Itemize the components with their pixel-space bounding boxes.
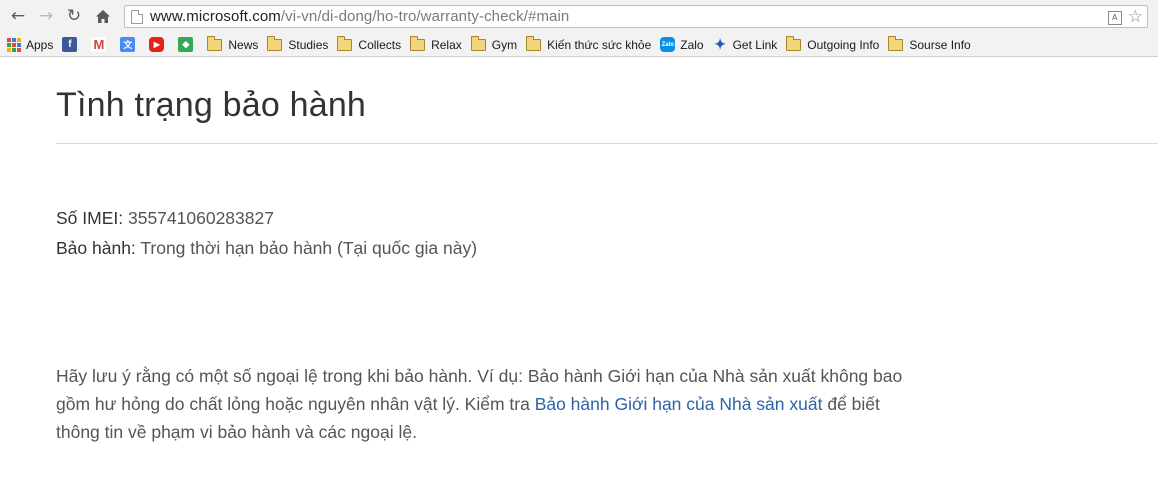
- folder-icon: [207, 35, 223, 51]
- warranty-note: Hãy lưu ý rằng có một số ngoại lệ trong …: [56, 366, 903, 442]
- bookmark-gym[interactable]: Gym: [470, 35, 517, 52]
- folder-icon: [526, 35, 542, 51]
- bookmark-studies[interactable]: Studies: [267, 35, 328, 52]
- apps-grid-icon: [7, 37, 21, 52]
- url-text[interactable]: www.microsoft.com/vi-vn/di-dong/ho-tro/w…: [150, 8, 569, 25]
- browser-toolbar: ← → ↻ www.microsoft.com/vi-vn/di-dong/ho…: [0, 0, 1158, 33]
- page-content: Tình trạng bảo hành Số IMEI: 35574106028…: [0, 58, 1158, 491]
- bookmark-kien-thuc-suc-khoe[interactable]: Kiến thức sức khỏe: [526, 35, 651, 52]
- bookmark-gmail[interactable]: M: [91, 37, 111, 52]
- home-icon[interactable]: [93, 6, 113, 26]
- youtube-icon: ▶: [149, 37, 165, 52]
- bookmark-facebook[interactable]: f: [62, 37, 82, 52]
- bookmark-apps[interactable]: Apps: [7, 37, 53, 52]
- facebook-icon: f: [62, 37, 78, 52]
- back-arrow-icon[interactable]: ←: [8, 6, 28, 26]
- gmail-icon: M: [91, 37, 107, 52]
- page-icon: [131, 9, 143, 24]
- address-bar[interactable]: www.microsoft.com/vi-vn/di-dong/ho-tro/w…: [124, 5, 1148, 28]
- folder-icon: [410, 35, 426, 51]
- title-divider: [56, 143, 1158, 144]
- imei-label: Số IMEI:: [56, 208, 124, 228]
- warranty-status: Trong thời hạn bảo hành (Tại quốc gia nà…: [140, 238, 478, 258]
- folder-icon: [888, 35, 904, 51]
- bookmark-sourse-info[interactable]: Sourse Info: [888, 35, 971, 52]
- bookmark-collects[interactable]: Collects: [337, 35, 401, 52]
- forward-arrow-icon[interactable]: →: [36, 6, 56, 26]
- page-title: Tình trạng bảo hành: [56, 86, 367, 124]
- imei-value: 355741060283827: [127, 208, 274, 228]
- get-link-bird-icon: ✦: [714, 36, 726, 52]
- bookmark-get-link[interactable]: ✦ Get Link: [713, 36, 777, 52]
- bookmark-maps[interactable]: ◆: [178, 37, 198, 52]
- folder-icon: [470, 35, 486, 51]
- reload-icon[interactable]: ↻: [64, 6, 84, 26]
- bookmark-relax[interactable]: Relax: [410, 35, 462, 52]
- bookmark-outgoing-info[interactable]: Outgoing Info: [786, 35, 879, 52]
- folder-icon: [267, 35, 283, 51]
- folder-icon: [786, 35, 802, 51]
- translate-app-icon: 文: [120, 37, 136, 52]
- warranty-row: Bảo hành: Trong thời hạn bảo hành (Tại q…: [56, 238, 477, 259]
- limited-warranty-link[interactable]: Bảo hành Giới hạn của Nhà sản xuất: [535, 394, 823, 414]
- translate-icon[interactable]: A: [1107, 11, 1122, 25]
- maps-icon: ◆: [178, 37, 194, 52]
- bookmark-zalo[interactable]: Zalo Zalo: [660, 37, 704, 52]
- zalo-icon: Zalo: [660, 37, 676, 52]
- folder-icon: [337, 35, 353, 51]
- bookmark-translate[interactable]: 文: [120, 37, 140, 52]
- bookmark-youtube[interactable]: ▶: [149, 37, 169, 52]
- bookmark-star-icon[interactable]: ☆: [1128, 7, 1143, 27]
- bookmark-news[interactable]: News: [207, 35, 258, 52]
- warranty-label: Bảo hành:: [56, 238, 136, 258]
- bookmarks-bar: Apps f M 文 ▶ ◆ News Studies Collects Rel…: [0, 33, 1158, 57]
- imei-row: Số IMEI: 355741060283827: [56, 208, 274, 229]
